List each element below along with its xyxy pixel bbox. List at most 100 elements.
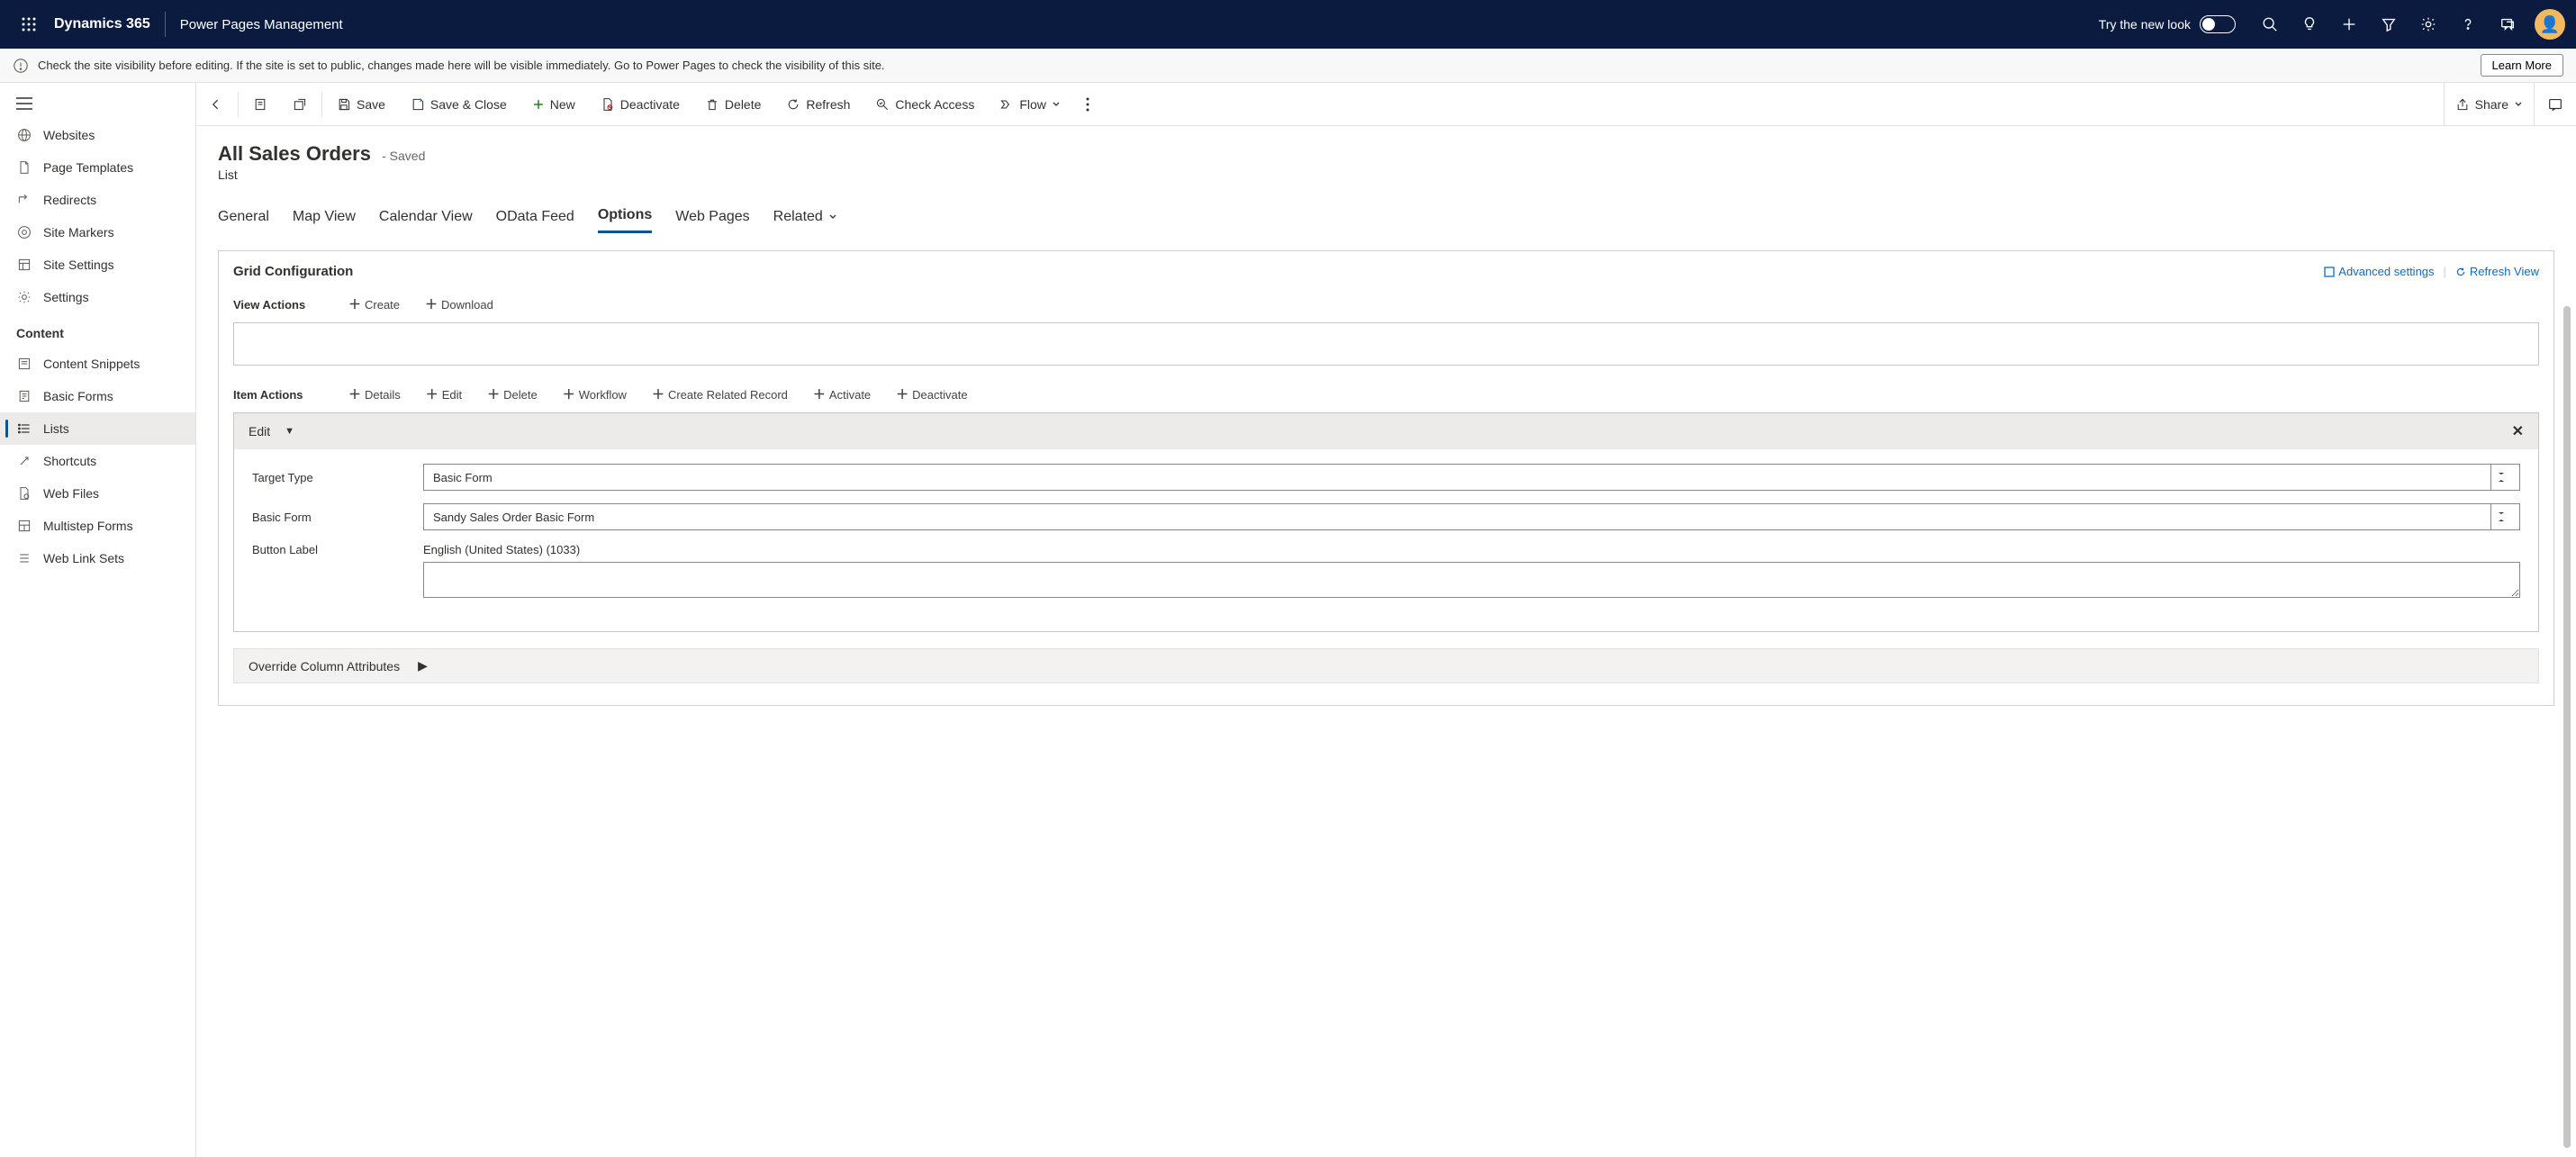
basic-form-value: Sandy Sales Order Basic Form: [433, 511, 594, 524]
marker-icon: [16, 225, 32, 240]
add-workflow-action[interactable]: ＋Workflow: [563, 385, 627, 403]
delete-button[interactable]: Delete: [692, 83, 773, 125]
sidebar-item-label: Web Link Sets: [43, 551, 124, 565]
sidebar-item-label: Site Settings: [43, 258, 114, 272]
add-download-action[interactable]: ＋Download: [425, 295, 493, 313]
sidebar-item-redirects[interactable]: Redirects: [0, 184, 195, 216]
add-create-action[interactable]: ＋Create: [348, 295, 400, 313]
form-tabs: General Map View Calendar View OData Fee…: [218, 200, 2554, 234]
plus-icon[interactable]: [2329, 5, 2369, 44]
form-icon: [16, 389, 32, 403]
sidebar-item-content-snippets[interactable]: Content Snippets: [0, 348, 195, 380]
check-access-button[interactable]: Check Access: [863, 83, 987, 125]
chevron-down-icon: ▼: [285, 426, 294, 437]
sidebar-item-lists[interactable]: Lists: [0, 412, 195, 445]
sidebar-item-basic-forms[interactable]: Basic Forms: [0, 380, 195, 412]
add-create-related-record-action[interactable]: ＋Create Related Record: [652, 385, 788, 403]
tab-map-view[interactable]: Map View: [293, 200, 356, 233]
sidebar-item-page-templates[interactable]: Page Templates: [0, 151, 195, 184]
tab-web-pages[interactable]: Web Pages: [675, 200, 749, 233]
link-set-icon: [16, 551, 32, 565]
item-actions-label: Item Actions: [233, 388, 323, 402]
redirect-icon: [16, 193, 32, 207]
overflow-menu-button[interactable]: [1073, 83, 1102, 125]
save-label: Save: [357, 97, 385, 112]
sidebar-item-multistep-forms[interactable]: Multistep Forms: [0, 510, 195, 542]
tab-calendar-view[interactable]: Calendar View: [379, 200, 473, 233]
sidebar-item-site-markers[interactable]: Site Markers: [0, 216, 195, 249]
snippet-icon: [16, 357, 32, 371]
sidebar-item-site-settings[interactable]: Site Settings: [0, 249, 195, 281]
check-access-label: Check Access: [895, 97, 974, 112]
help-icon[interactable]: [2448, 5, 2488, 44]
sidebar-item-label: Websites: [43, 128, 95, 142]
target-type-select[interactable]: Basic Form: [423, 464, 2520, 491]
app-launcher-icon[interactable]: [11, 6, 47, 42]
deactivate-button[interactable]: Deactivate: [588, 83, 692, 125]
add-edit-action[interactable]: ＋Edit: [426, 385, 462, 403]
info-icon: [13, 58, 29, 74]
search-icon[interactable]: [2250, 5, 2290, 44]
tab-related[interactable]: Related: [773, 200, 837, 233]
tab-general[interactable]: General: [218, 200, 269, 233]
gear-icon: [16, 290, 32, 304]
learn-more-button[interactable]: Learn More: [2481, 54, 2563, 77]
tab-odata-feed[interactable]: OData Feed: [496, 200, 574, 233]
button-label-input[interactable]: [423, 562, 2520, 598]
button-label-label: Button Label: [252, 543, 423, 556]
refresh-button[interactable]: Refresh: [773, 83, 863, 125]
back-button[interactable]: [196, 83, 236, 125]
advanced-settings-link[interactable]: Advanced settings: [2324, 265, 2434, 278]
page-icon: [16, 160, 32, 175]
flow-button[interactable]: Flow: [987, 83, 1073, 125]
scrollbar[interactable]: [2563, 306, 2571, 1148]
entity-type-label: List: [218, 167, 2554, 182]
save-close-button[interactable]: Save & Close: [398, 83, 520, 125]
add-deactivate-action[interactable]: ＋Deactivate: [896, 385, 967, 403]
add-delete-action[interactable]: ＋Delete: [487, 385, 538, 403]
close-icon[interactable]: ✕: [2512, 422, 2524, 440]
shortcut-icon: [16, 454, 32, 468]
chevron-down-icon: [2490, 465, 2510, 490]
override-label: Override Column Attributes: [249, 659, 400, 673]
sidebar-item-label: Shortcuts: [43, 454, 96, 468]
lightbulb-icon[interactable]: [2290, 5, 2329, 44]
sidebar-item-shortcuts[interactable]: Shortcuts: [0, 445, 195, 477]
override-column-attributes-row[interactable]: Override Column Attributes ▶: [233, 648, 2539, 683]
chevron-right-icon: ▶: [418, 658, 428, 673]
sidebar-item-web-files[interactable]: Web Files: [0, 477, 195, 510]
edit-section-header[interactable]: Edit ▼ ✕: [234, 413, 2538, 449]
open-record-set-button[interactable]: [240, 83, 280, 125]
hamburger-icon[interactable]: [0, 88, 195, 119]
deactivate-label: Deactivate: [620, 97, 680, 112]
add-activate-action[interactable]: ＋Activate: [813, 385, 871, 403]
refresh-view-link[interactable]: Refresh View: [2455, 265, 2539, 278]
sidebar-item-websites[interactable]: Websites: [0, 119, 195, 151]
assistant-pane-button[interactable]: [2534, 83, 2576, 125]
multistep-icon: [16, 519, 32, 533]
toggle-switch[interactable]: [2200, 15, 2236, 33]
item-actions-row: Item Actions ＋Details ＋Edit ＋Delete ＋Wor…: [233, 385, 2539, 403]
new-button[interactable]: New: [520, 83, 588, 125]
avatar[interactable]: 👤: [2535, 9, 2565, 40]
save-button[interactable]: Save: [324, 83, 398, 125]
basic-form-label: Basic Form: [252, 511, 423, 524]
target-type-value: Basic Form: [433, 471, 493, 484]
basic-form-select[interactable]: Sandy Sales Order Basic Form: [423, 503, 2520, 530]
notification-text: Check the site visibility before editing…: [38, 59, 885, 72]
chat-icon[interactable]: [2488, 5, 2527, 44]
gear-icon[interactable]: [2409, 5, 2448, 44]
add-details-action[interactable]: ＋Details: [348, 385, 401, 403]
open-in-new-window-button[interactable]: [280, 83, 320, 125]
filter-icon[interactable]: [2369, 5, 2409, 44]
sidebar-item-settings[interactable]: Settings: [0, 281, 195, 313]
sidebar-item-label: Content Snippets: [43, 357, 140, 371]
try-new-look-toggle[interactable]: Try the new look: [2099, 15, 2236, 33]
sidebar-item-web-link-sets[interactable]: Web Link Sets: [0, 542, 195, 574]
save-close-label: Save & Close: [430, 97, 507, 112]
page-title: All Sales Orders - Saved: [218, 142, 2554, 166]
sidebar-item-label: Page Templates: [43, 160, 133, 175]
share-button[interactable]: Share: [2444, 83, 2534, 125]
new-label: New: [550, 97, 575, 112]
tab-options[interactable]: Options: [598, 200, 652, 233]
